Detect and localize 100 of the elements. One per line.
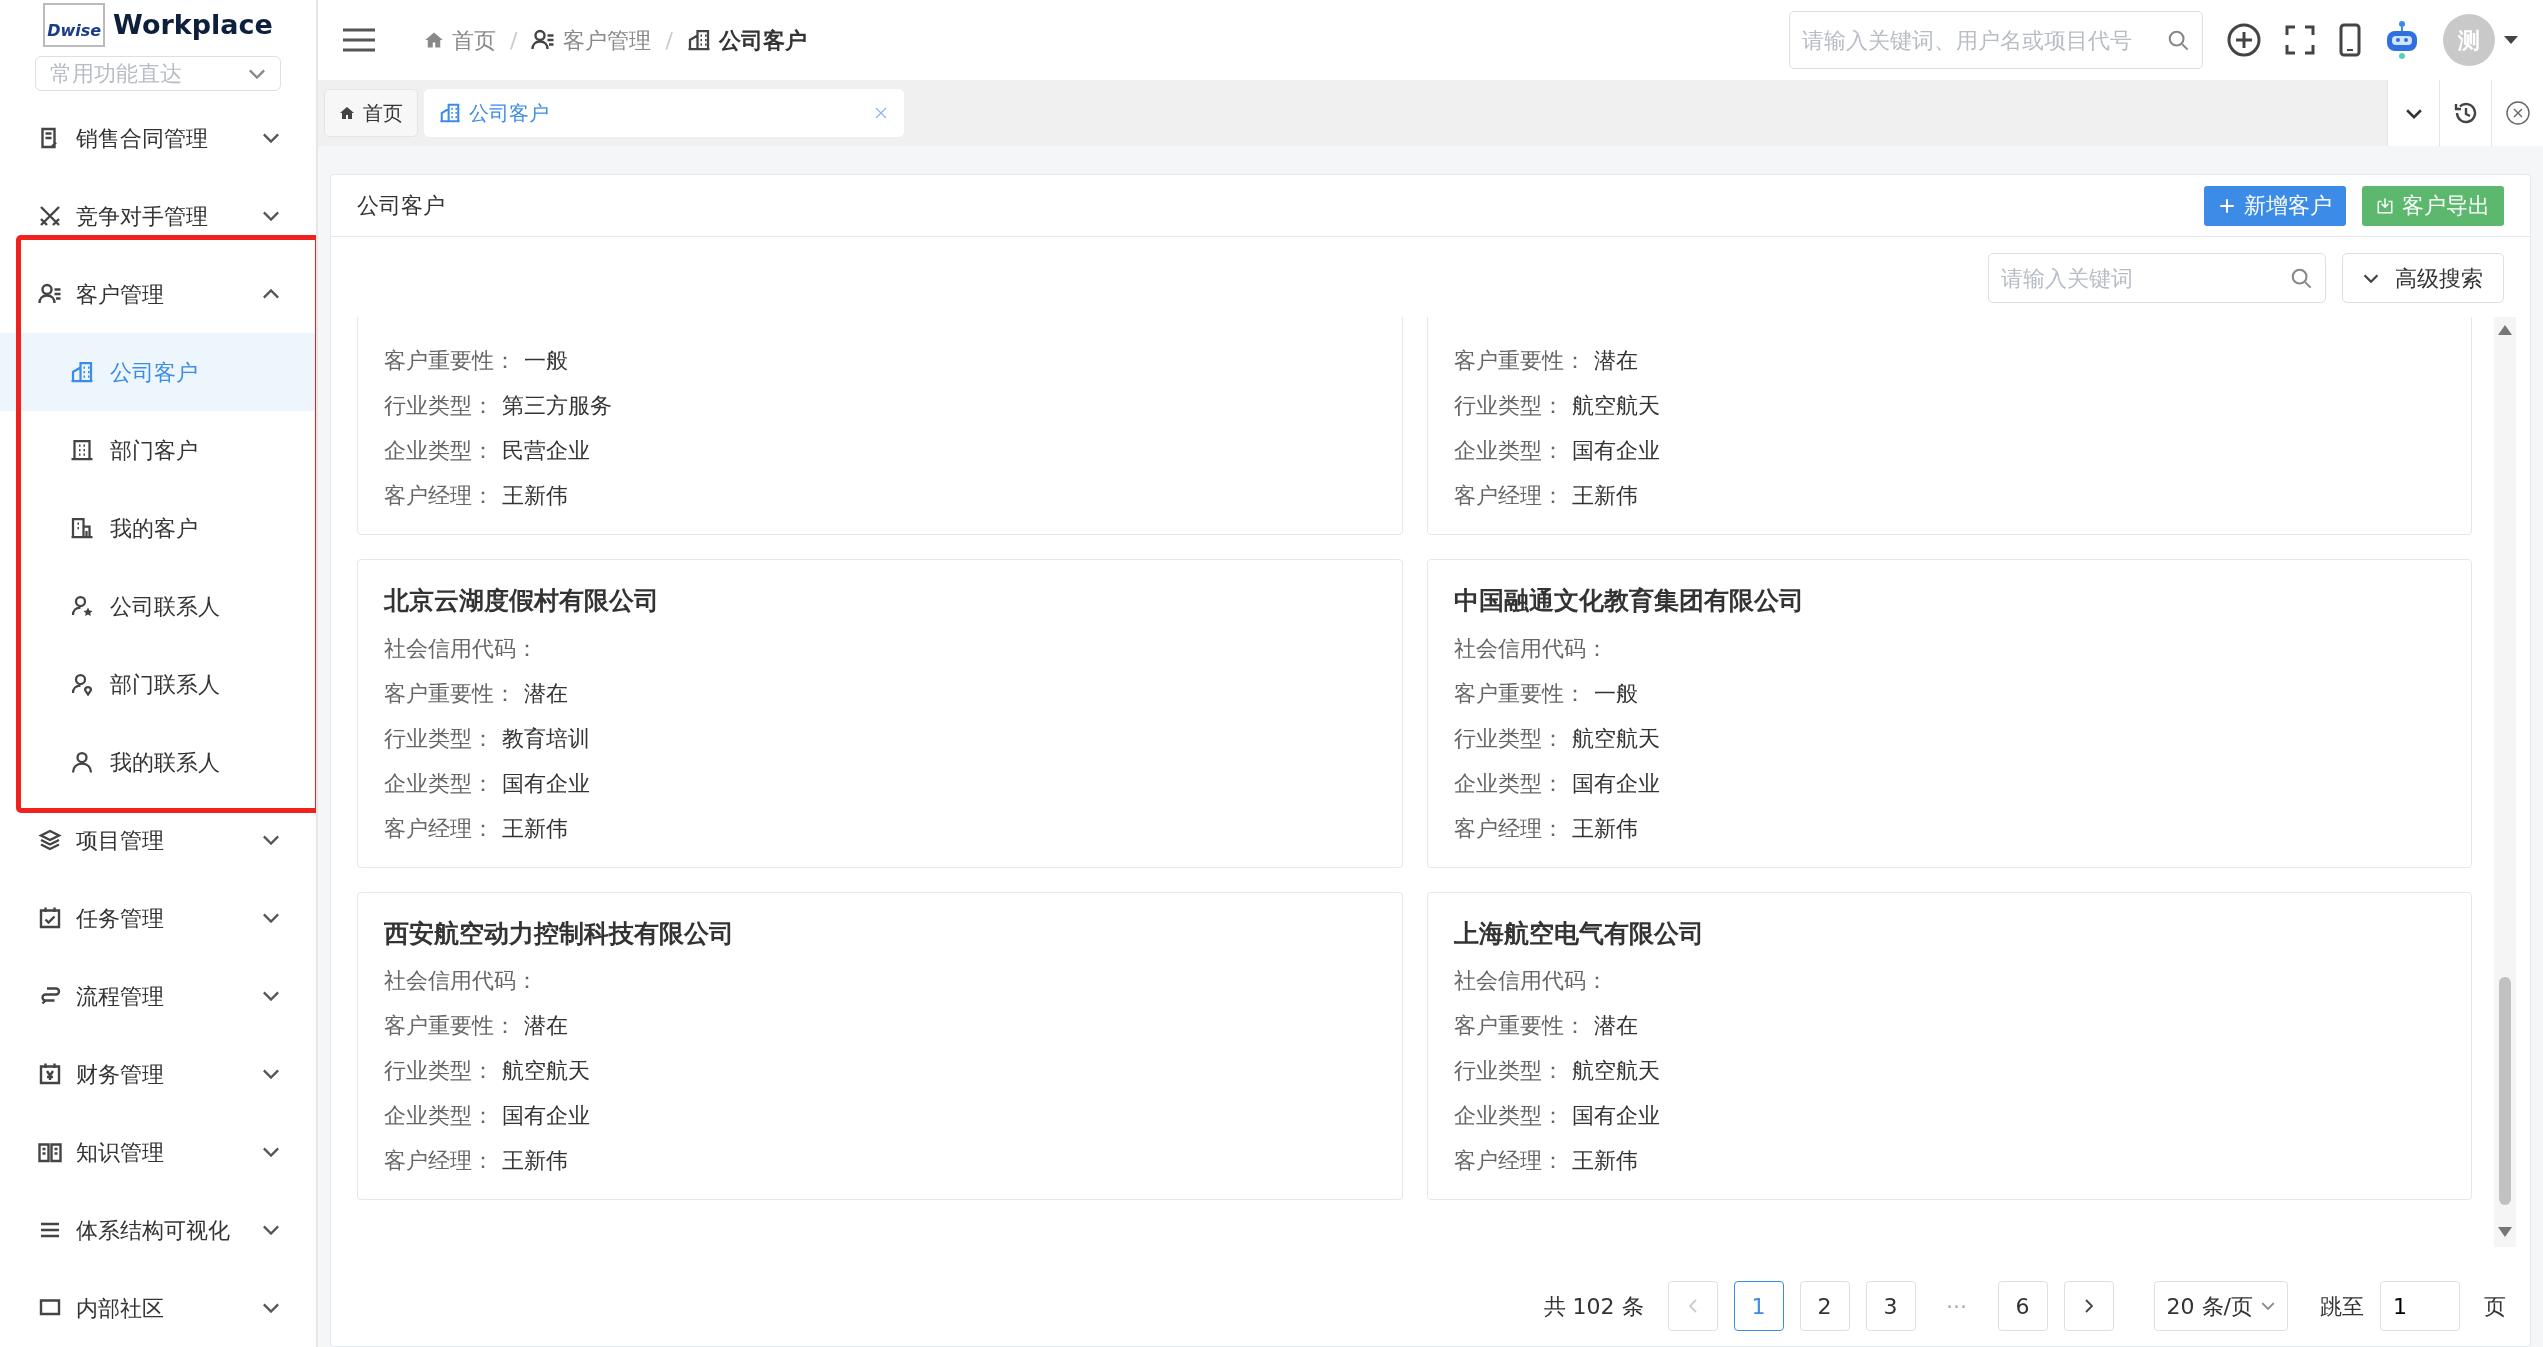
field-label: 客户重要性： xyxy=(384,679,516,708)
menu-item[interactable]: 流程管理 xyxy=(0,957,316,1035)
menu-item[interactable]: 项目管理 xyxy=(0,801,316,879)
close-all-icon[interactable] xyxy=(2504,100,2531,126)
header-search-field[interactable]: 请输入关键词、用户名或项目代号 xyxy=(1789,11,2203,69)
menu-item[interactable]: 知识管理 xyxy=(0,1113,316,1191)
plus-icon xyxy=(2218,196,2236,215)
field-value: 王新伟 xyxy=(502,814,568,843)
crossed-swords-icon xyxy=(38,204,62,228)
breadcrumb-item[interactable]: 首页 xyxy=(424,23,496,57)
chevron-right-icon xyxy=(2084,1299,2093,1313)
chevron-down-icon xyxy=(262,991,280,1001)
field-label: 行业类型： xyxy=(1453,724,1564,753)
menu-item[interactable]: 销售合同管理 xyxy=(0,99,316,177)
fullscreen-icon[interactable] xyxy=(2285,25,2315,55)
field-value: 航空航天 xyxy=(502,1057,590,1085)
field-label: 行业类型： xyxy=(384,724,494,753)
user-list-icon xyxy=(531,28,556,52)
total-count: 共 102 条 xyxy=(1543,1292,1644,1321)
field-value: 潜在 xyxy=(524,1012,568,1040)
search-icon[interactable] xyxy=(2290,267,2312,289)
menu-item[interactable]: 财务管理 xyxy=(0,1035,316,1113)
chevron-down-icon xyxy=(262,1225,280,1235)
page-button[interactable]: 3 xyxy=(1865,1281,1916,1331)
field-label: 企业类型： xyxy=(1453,437,1564,465)
menu-item[interactable]: 内部社区 xyxy=(0,1269,316,1347)
field-label: 社会信用代码： xyxy=(1453,967,1608,995)
page-tab[interactable]: 首页 xyxy=(324,89,418,137)
company-name: 上海航空电气有限公司 xyxy=(1453,917,1705,950)
advanced-search-button[interactable]: 高级搜索 xyxy=(2342,253,2504,303)
customer-card[interactable]: 中国融通文化教育集团有限公司 社会信用代码： 客户重要性： 一般 行业类型： 航空航天 企业类型： 国有企业 客户经理： 王新伟 xyxy=(1426,559,2472,868)
field-label: 社会信用代码： xyxy=(384,967,538,995)
building-icon xyxy=(70,516,94,540)
home-icon xyxy=(424,30,444,50)
phone-icon[interactable] xyxy=(2339,23,2361,57)
menu-item[interactable]: 客户管理 xyxy=(0,255,316,333)
field-value: 王新伟 xyxy=(1571,482,1638,510)
field-label: 客户经理： xyxy=(384,814,494,843)
page-size-select[interactable]: 20 条/页 xyxy=(2153,1281,2288,1331)
menu-item[interactable]: 体系结构可视化 xyxy=(0,1191,316,1269)
field-value: 航空航天 xyxy=(1571,1057,1660,1085)
field-label: 客户重要性： xyxy=(384,347,516,375)
field-value: 国有企业 xyxy=(1571,769,1660,798)
logo-mark: Dwise xyxy=(43,3,106,47)
keyword-search-field[interactable]: 请输入关键词 xyxy=(1988,253,2326,303)
history-icon[interactable] xyxy=(2452,100,2479,126)
page-button[interactable]: 2 xyxy=(1799,1281,1850,1331)
field-value: 国有企业 xyxy=(502,1102,590,1130)
menu-item[interactable]: 任务管理 xyxy=(0,879,316,957)
calendar-yen-icon xyxy=(38,1062,62,1086)
field-value: 国有企业 xyxy=(1571,1102,1660,1130)
field-label: 企业类型： xyxy=(384,769,494,798)
breadcrumb-separator: / xyxy=(510,26,518,55)
chevron-up-icon xyxy=(262,289,280,299)
building-icon xyxy=(70,360,94,384)
customer-card[interactable]: 客户重要性： 潜在 行业类型： 航空航天 企业类型： 国有企业 客户经理： 王新伟 xyxy=(1426,317,2472,535)
customer-card[interactable]: 北京云湖度假村有限公司 社会信用代码： 客户重要性： 潜在 行业类型： 教育培训 企业类型： 国有企业 客户经理： 王新伟 xyxy=(357,559,1403,868)
field-value: 航空航天 xyxy=(1571,392,1660,420)
customer-card[interactable]: 上海航空电气有限公司 社会信用代码： 客户重要性： 潜在 行业类型： 航空航天 企业类型： 国有企业 客户经理： 王新伟 xyxy=(1426,891,2472,1200)
chevron-down-icon xyxy=(2261,1302,2275,1310)
submenu-item[interactable]: 部门联系人 xyxy=(0,645,316,723)
field-label: 客户经理： xyxy=(1453,814,1564,843)
customer-card[interactable]: 客户重要性： 一般 行业类型： 第三方服务 企业类型： 民营企业 客户经理： 王新伟 xyxy=(357,317,1403,535)
field-value: 国有企业 xyxy=(502,769,590,798)
breadcrumb-separator: / xyxy=(665,26,673,55)
building-icon xyxy=(70,438,94,462)
add-icon[interactable] xyxy=(2227,23,2261,57)
chevron-down-icon xyxy=(262,133,280,143)
caret-icon[interactable] xyxy=(2503,35,2519,45)
field-value: 王新伟 xyxy=(1571,814,1638,843)
building-icon xyxy=(439,102,461,124)
field-label: 企业类型： xyxy=(384,1102,494,1130)
chevron-down-icon xyxy=(248,68,266,79)
scrollbar[interactable] xyxy=(2494,317,2516,1247)
breadcrumb-item[interactable]: 客户管理 xyxy=(531,23,652,57)
menu-icon[interactable] xyxy=(342,27,376,53)
field-label: 客户重要性： xyxy=(1453,679,1586,708)
page-jump-field[interactable]: 1 xyxy=(2380,1281,2460,1331)
field-value: 一般 xyxy=(524,347,568,375)
search-icon[interactable] xyxy=(2167,29,2189,51)
page-button[interactable]: 6 xyxy=(1997,1281,2048,1331)
field-label: 客户经理： xyxy=(384,482,494,510)
field-value: 潜在 xyxy=(1593,347,1638,375)
company-name: 北京云湖度假村有限公司 xyxy=(384,585,660,617)
panel-title: 公司客户 xyxy=(357,192,445,220)
customer-card[interactable]: 西安航空动力控制科技有限公司 社会信用代码： 客户重要性： 潜在 行业类型： 航空航天 企业类型： 国有企业 客户经理： 王新伟 xyxy=(357,891,1403,1200)
robot-icon[interactable] xyxy=(2385,20,2419,60)
submenu-item[interactable]: 公司联系人 xyxy=(0,567,316,645)
submenu-item[interactable]: 我的联系人 xyxy=(0,723,316,801)
layers-icon xyxy=(38,828,62,852)
page-tab[interactable]: 公司客户 xyxy=(424,89,904,137)
chevron-down-icon xyxy=(262,1147,280,1157)
company-name: 西安航空动力控制科技有限公司 xyxy=(384,917,735,950)
field-label: 企业类型： xyxy=(384,437,494,465)
submenu-item[interactable]: 我的客户 xyxy=(0,489,316,567)
menu-item[interactable]: 竞争对手管理 xyxy=(0,177,316,255)
chevron-left-icon xyxy=(1688,1299,1697,1313)
submenu-item[interactable]: 部门客户 xyxy=(0,411,316,489)
field-label: 行业类型： xyxy=(1453,392,1564,420)
user-pin-icon xyxy=(70,672,94,696)
